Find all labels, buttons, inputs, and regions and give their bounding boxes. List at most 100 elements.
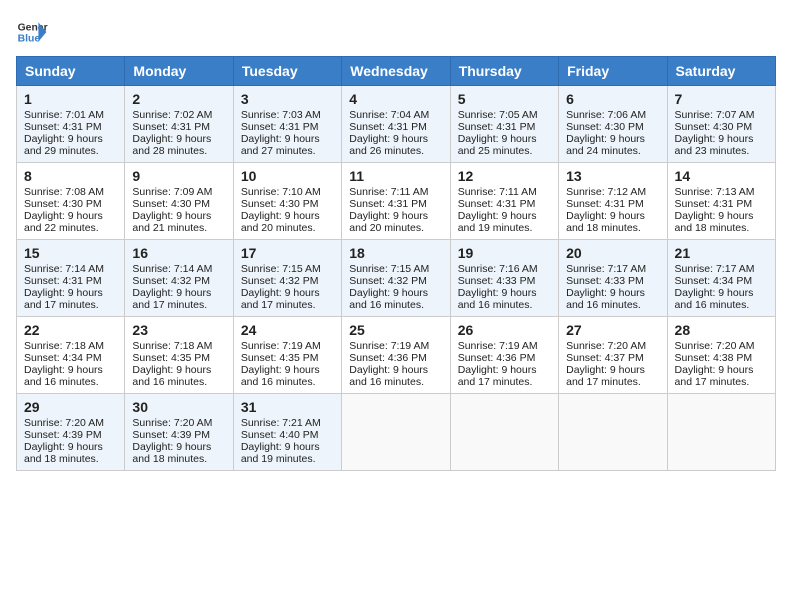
sunset-label: Sunset: 4:30 PM [566, 121, 644, 133]
calendar-day-7: 7Sunrise: 7:07 AMSunset: 4:30 PMDaylight… [667, 86, 775, 163]
calendar-week-1: 1Sunrise: 7:01 AMSunset: 4:31 PMDaylight… [17, 86, 776, 163]
sunset-label: Sunset: 4:35 PM [132, 352, 210, 364]
day-number: 1 [24, 91, 117, 107]
day-number: 16 [132, 245, 225, 261]
daylight-label: Daylight: 9 hours and 17 minutes. [566, 364, 645, 388]
sunset-label: Sunset: 4:32 PM [241, 275, 319, 287]
sunrise-label: Sunrise: 7:20 AM [566, 340, 646, 352]
sunrise-label: Sunrise: 7:08 AM [24, 186, 104, 198]
daylight-label: Daylight: 9 hours and 19 minutes. [241, 441, 320, 465]
sunrise-label: Sunrise: 7:11 AM [349, 186, 428, 198]
calendar: SundayMondayTuesdayWednesdayThursdayFrid… [16, 56, 776, 471]
calendar-day-15: 15Sunrise: 7:14 AMSunset: 4:31 PMDayligh… [17, 240, 125, 317]
calendar-empty [559, 394, 667, 471]
daylight-label: Daylight: 9 hours and 16 minutes. [241, 364, 320, 388]
day-number: 29 [24, 399, 117, 415]
calendar-day-27: 27 Sunrise: 7:20 AMSunset: 4:37 PMDayligh… [559, 317, 667, 394]
header-saturday: Saturday [667, 57, 775, 86]
sunrise-label: Sunrise: 7:15 AM [349, 263, 429, 275]
day-number: 10 [241, 168, 334, 184]
daylight-label: Daylight: 9 hours and 16 minutes. [132, 364, 211, 388]
day-number: 14 [675, 168, 768, 184]
calendar-day-9: 9Sunrise: 7:09 AMSunset: 4:30 PMDaylight… [125, 163, 233, 240]
daylight-label: Daylight: 9 hours and 21 minutes. [132, 210, 211, 234]
daylight-label: Daylight: 9 hours and 22 minutes. [24, 210, 103, 234]
sunset-label: Sunset: 4:36 PM [349, 352, 427, 364]
daylight-label: Daylight: 9 hours and 17 minutes. [24, 287, 103, 311]
sunset-label: Sunset: 4:33 PM [566, 275, 644, 287]
sunset-label: Sunset: 4:31 PM [675, 198, 753, 210]
day-number: 7 [675, 91, 768, 107]
day-number: 17 [241, 245, 334, 261]
daylight-label: Daylight: 9 hours and 16 minutes. [349, 287, 428, 311]
sunrise-label: Sunrise: 7:16 AM [458, 263, 538, 275]
sunrise-label: Sunrise: 7:11 AM [458, 186, 537, 198]
calendar-day-3: 3Sunrise: 7:03 AMSunset: 4:31 PMDaylight… [233, 86, 341, 163]
daylight-label: Daylight: 9 hours and 18 minutes. [132, 441, 211, 465]
daylight-label: Daylight: 9 hours and 16 minutes. [675, 287, 754, 311]
sunset-label: Sunset: 4:31 PM [24, 275, 102, 287]
day-number: 31 [241, 399, 334, 415]
calendar-empty [450, 394, 558, 471]
sunrise-label: Sunrise: 7:20 AM [132, 417, 212, 429]
daylight-label: Daylight: 9 hours and 16 minutes. [458, 287, 537, 311]
day-number: 24 [241, 322, 334, 338]
sunrise-label: Sunrise: 7:18 AM [132, 340, 212, 352]
calendar-day-1: 1Sunrise: 7:01 AMSunset: 4:31 PMDaylight… [17, 86, 125, 163]
calendar-day-10: 10Sunrise: 7:10 AMSunset: 4:30 PMDayligh… [233, 163, 341, 240]
sunrise-label: Sunrise: 7:05 AM [458, 109, 538, 121]
day-number: 11 [349, 168, 442, 184]
svg-text:Blue: Blue [18, 34, 41, 45]
calendar-day-14: 14Sunrise: 7:13 AMSunset: 4:31 PMDayligh… [667, 163, 775, 240]
daylight-label: Daylight: 9 hours and 17 minutes. [675, 364, 754, 388]
calendar-day-5: 5Sunrise: 7:05 AMSunset: 4:31 PMDaylight… [450, 86, 558, 163]
day-number: 22 [24, 322, 117, 338]
calendar-header-row: SundayMondayTuesdayWednesdayThursdayFrid… [17, 57, 776, 86]
sunset-label: Sunset: 4:38 PM [675, 352, 753, 364]
calendar-day-29: 29Sunrise: 7:20 AMSunset: 4:39 PMDayligh… [17, 394, 125, 471]
day-number: 27 [566, 322, 659, 338]
sunrise-label: Sunrise: 7:03 AM [241, 109, 321, 121]
day-number: 2 [132, 91, 225, 107]
sunrise-label: Sunrise: 7:10 AM [241, 186, 321, 198]
sunset-label: Sunset: 4:31 PM [24, 121, 102, 133]
calendar-week-5: 29Sunrise: 7:20 AMSunset: 4:39 PMDayligh… [17, 394, 776, 471]
day-number: 28 [675, 322, 768, 338]
calendar-day-28: 28Sunrise: 7:20 AMSunset: 4:38 PMDayligh… [667, 317, 775, 394]
calendar-day-11: 11Sunrise: 7:11 AMSunset: 4:31 PMDayligh… [342, 163, 450, 240]
logo-icon: General Blue [16, 16, 48, 48]
calendar-day-31: 31Sunrise: 7:21 AMSunset: 4:40 PMDayligh… [233, 394, 341, 471]
sunrise-label: Sunrise: 7:17 AM [675, 263, 755, 275]
day-number: 26 [458, 322, 551, 338]
calendar-week-4: 22Sunrise: 7:18 AMSunset: 4:34 PMDayligh… [17, 317, 776, 394]
calendar-day-21: 21Sunrise: 7:17 AMSunset: 4:34 PMDayligh… [667, 240, 775, 317]
sunset-label: Sunset: 4:30 PM [675, 121, 753, 133]
calendar-day-16: 16Sunrise: 7:14 AMSunset: 4:32 PMDayligh… [125, 240, 233, 317]
sunrise-label: Sunrise: 7:19 AM [241, 340, 321, 352]
calendar-day-12: 12Sunrise: 7:11 AMSunset: 4:31 PMDayligh… [450, 163, 558, 240]
calendar-day-23: 23 Sunrise: 7:18 AMSunset: 4:35 PMDayligh… [125, 317, 233, 394]
sunset-label: Sunset: 4:37 PM [566, 352, 644, 364]
sunset-label: Sunset: 4:31 PM [349, 121, 427, 133]
daylight-label: Daylight: 9 hours and 17 minutes. [132, 287, 211, 311]
sunrise-label: Sunrise: 7:07 AM [675, 109, 755, 121]
calendar-day-26: 26Sunrise: 7:19 AMSunset: 4:36 PMDayligh… [450, 317, 558, 394]
header-monday: Monday [125, 57, 233, 86]
day-number: 23 [132, 322, 225, 338]
daylight-label: Daylight: 9 hours and 25 minutes. [458, 133, 537, 157]
sunset-label: Sunset: 4:31 PM [458, 121, 536, 133]
daylight-label: Daylight: 9 hours and 28 minutes. [132, 133, 211, 157]
day-number: 4 [349, 91, 442, 107]
daylight-label: Daylight: 9 hours and 16 minutes. [349, 364, 428, 388]
sunrise-label: Sunrise: 7:21 AM [241, 417, 321, 429]
sunrise-label: Sunrise: 7:12 AM [566, 186, 646, 198]
day-number: 8 [24, 168, 117, 184]
calendar-day-2: 2Sunrise: 7:02 AMSunset: 4:31 PMDaylight… [125, 86, 233, 163]
sunset-label: Sunset: 4:31 PM [458, 198, 536, 210]
header-tuesday: Tuesday [233, 57, 341, 86]
daylight-label: Daylight: 9 hours and 16 minutes. [566, 287, 645, 311]
header-wednesday: Wednesday [342, 57, 450, 86]
calendar-day-18: 18Sunrise: 7:15 AMSunset: 4:32 PMDayligh… [342, 240, 450, 317]
sunset-label: Sunset: 4:32 PM [349, 275, 427, 287]
sunset-label: Sunset: 4:34 PM [675, 275, 753, 287]
